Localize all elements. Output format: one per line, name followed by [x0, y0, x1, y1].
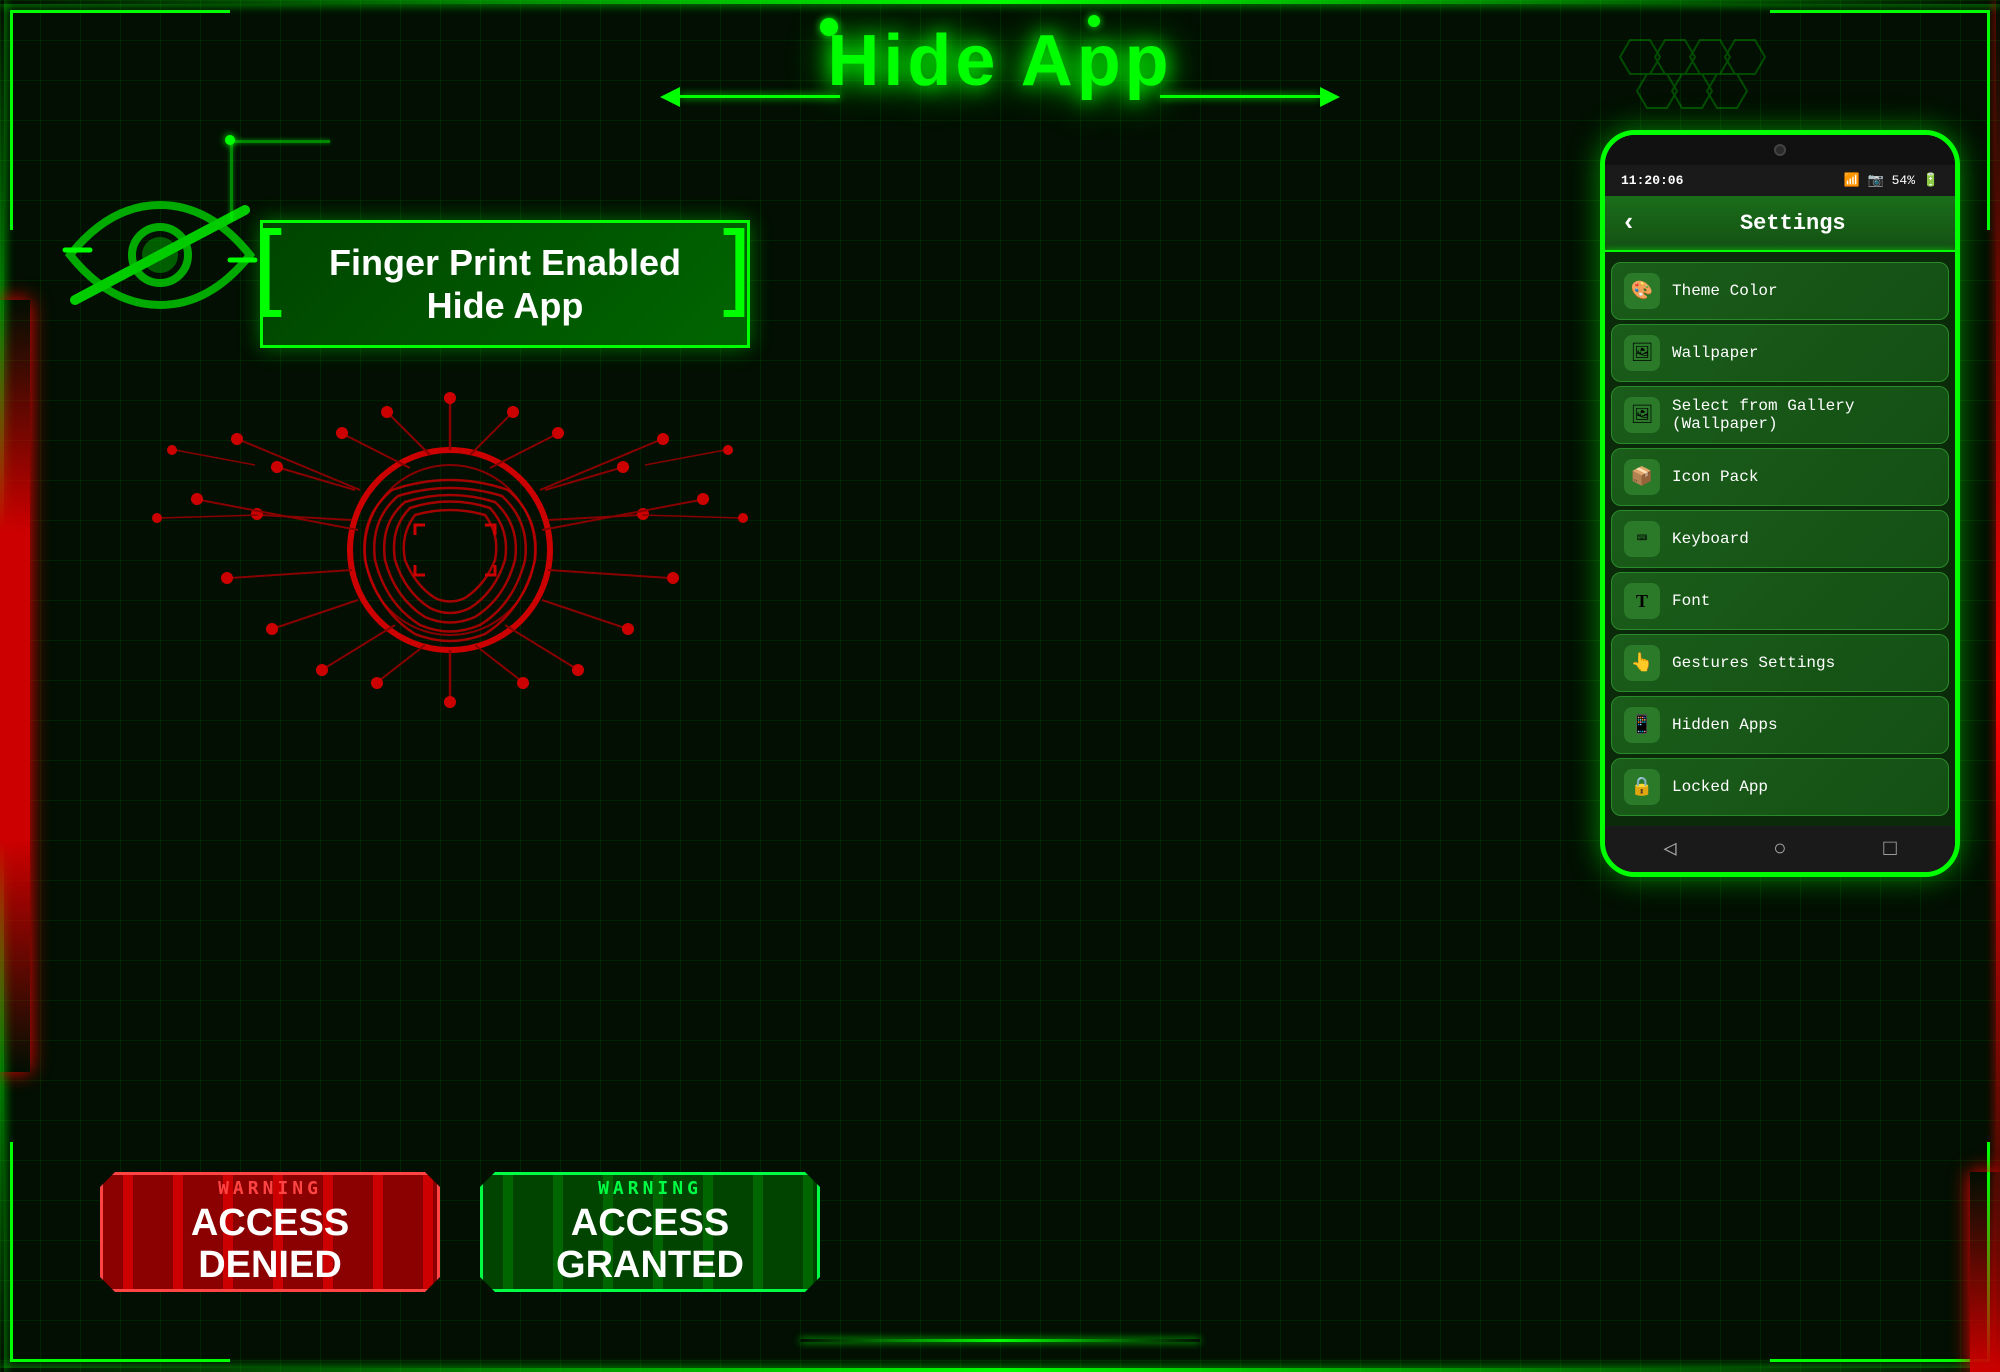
menu-label-gallery: Select from Gallery (Wallpaper)	[1672, 397, 1936, 433]
nav-home-icon[interactable]: ○	[1773, 837, 1786, 862]
font-icon: T	[1624, 583, 1660, 619]
fingerprint-visualization	[100, 360, 800, 740]
feature-title-box: Finger Print Enabled Hide App	[260, 220, 750, 348]
icon-pack-icon: 📦	[1624, 459, 1660, 495]
warning-label-granted: WARNING	[598, 1178, 702, 1199]
menu-label-gestures: Gestures Settings	[1672, 654, 1835, 672]
menu-item-font[interactable]: T Font	[1611, 572, 1949, 630]
theme-color-icon: 🎨	[1624, 273, 1660, 309]
warnings-area: WARNING ACCESSDENIED WARNING ACCESSGRANT…	[100, 1172, 820, 1292]
dot-deco-2	[1088, 15, 1100, 27]
title-line-left	[680, 95, 840, 98]
feature-title-line2: Hide App	[293, 284, 717, 327]
menu-label-font: Font	[1672, 592, 1710, 610]
warning-label-denied: WARNING	[218, 1178, 322, 1199]
phone-navbar: ◁ ○ □	[1605, 826, 1955, 872]
phone-menu: 🎨 Theme Color 🖼 Wallpaper 🖼 Select from …	[1605, 252, 1955, 826]
title-line-right	[1160, 95, 1320, 98]
menu-item-theme-color[interactable]: 🎨 Theme Color	[1611, 262, 1949, 320]
nav-back-icon[interactable]: ◁	[1663, 836, 1676, 862]
phone-frame: 11:20:06 📶 📷 54% 🔋 ‹ Settings 🎨 Theme Co…	[1600, 130, 1960, 877]
phone-mockup: 11:20:06 📶 📷 54% 🔋 ‹ Settings 🎨 Theme Co…	[1600, 130, 1960, 877]
access-denied-text: ACCESSDENIED	[191, 1203, 349, 1287]
menu-label-locked-app: Locked App	[1672, 778, 1768, 796]
phone-status-bar: 11:20:06 📶 📷 54% 🔋	[1605, 165, 1955, 196]
dot-deco-1	[820, 18, 838, 36]
menu-item-locked-app[interactable]: 🔒 Locked App	[1611, 758, 1949, 816]
access-denied-badge: WARNING ACCESSDENIED	[100, 1172, 440, 1292]
locked-app-icon: 🔒	[1624, 769, 1660, 805]
corner-decoration-br	[1770, 1142, 1990, 1362]
feature-title-line1: Finger Print Enabled	[293, 241, 717, 284]
neon-border-right	[1996, 0, 2000, 1372]
neon-border-bottom	[0, 1368, 2000, 1372]
menu-label-wallpaper: Wallpaper	[1672, 344, 1758, 362]
title-section: Hide App	[650, 20, 1350, 102]
menu-label-keyboard: Keyboard	[1672, 530, 1749, 548]
phone-time: 11:20:06	[1621, 173, 1683, 188]
menu-item-hidden-apps[interactable]: 📱 Hidden Apps	[1611, 696, 1949, 754]
circuit-v1	[230, 140, 233, 220]
phone-settings-title: Settings	[1647, 211, 1939, 236]
menu-item-keyboard[interactable]: ⌨ Keyboard	[1611, 510, 1949, 568]
red-accent-left	[0, 300, 30, 1072]
menu-label-icon-pack: Icon Pack	[1672, 468, 1758, 486]
wallpaper-icon: 🖼	[1624, 335, 1660, 371]
menu-item-wallpaper[interactable]: 🖼 Wallpaper	[1611, 324, 1949, 382]
menu-item-gallery-wallpaper[interactable]: 🖼 Select from Gallery (Wallpaper)	[1611, 386, 1949, 444]
phone-app-header: ‹ Settings	[1605, 196, 1955, 250]
app-title: Hide App	[650, 20, 1350, 102]
phone-battery: 📶 📷 54% 🔋	[1844, 173, 1939, 188]
nav-recent-icon[interactable]: □	[1883, 837, 1896, 862]
bottom-deco-line	[800, 1339, 1200, 1342]
gestures-icon: 👆	[1624, 645, 1660, 681]
circuit-h1	[230, 140, 330, 143]
keyboard-icon: ⌨	[1624, 521, 1660, 557]
circuit-dot-1	[225, 135, 235, 145]
menu-item-icon-pack[interactable]: 📦 Icon Pack	[1611, 448, 1949, 506]
access-granted-text: ACCESSGRANTED	[556, 1203, 744, 1287]
hidden-apps-icon: 📱	[1624, 707, 1660, 743]
menu-label-hidden-apps: Hidden Apps	[1672, 716, 1778, 734]
phone-back-button[interactable]: ‹	[1621, 208, 1637, 238]
neon-border-top	[0, 0, 2000, 4]
access-granted-badge: WARNING ACCESSGRANTED	[480, 1172, 820, 1292]
red-accent-right	[1970, 1172, 2000, 1372]
hex-deco-top	[1600, 30, 1800, 155]
gallery-icon: 🖼	[1624, 397, 1660, 433]
menu-label-theme-color: Theme Color	[1672, 282, 1778, 300]
menu-item-gestures[interactable]: 👆 Gestures Settings	[1611, 634, 1949, 692]
